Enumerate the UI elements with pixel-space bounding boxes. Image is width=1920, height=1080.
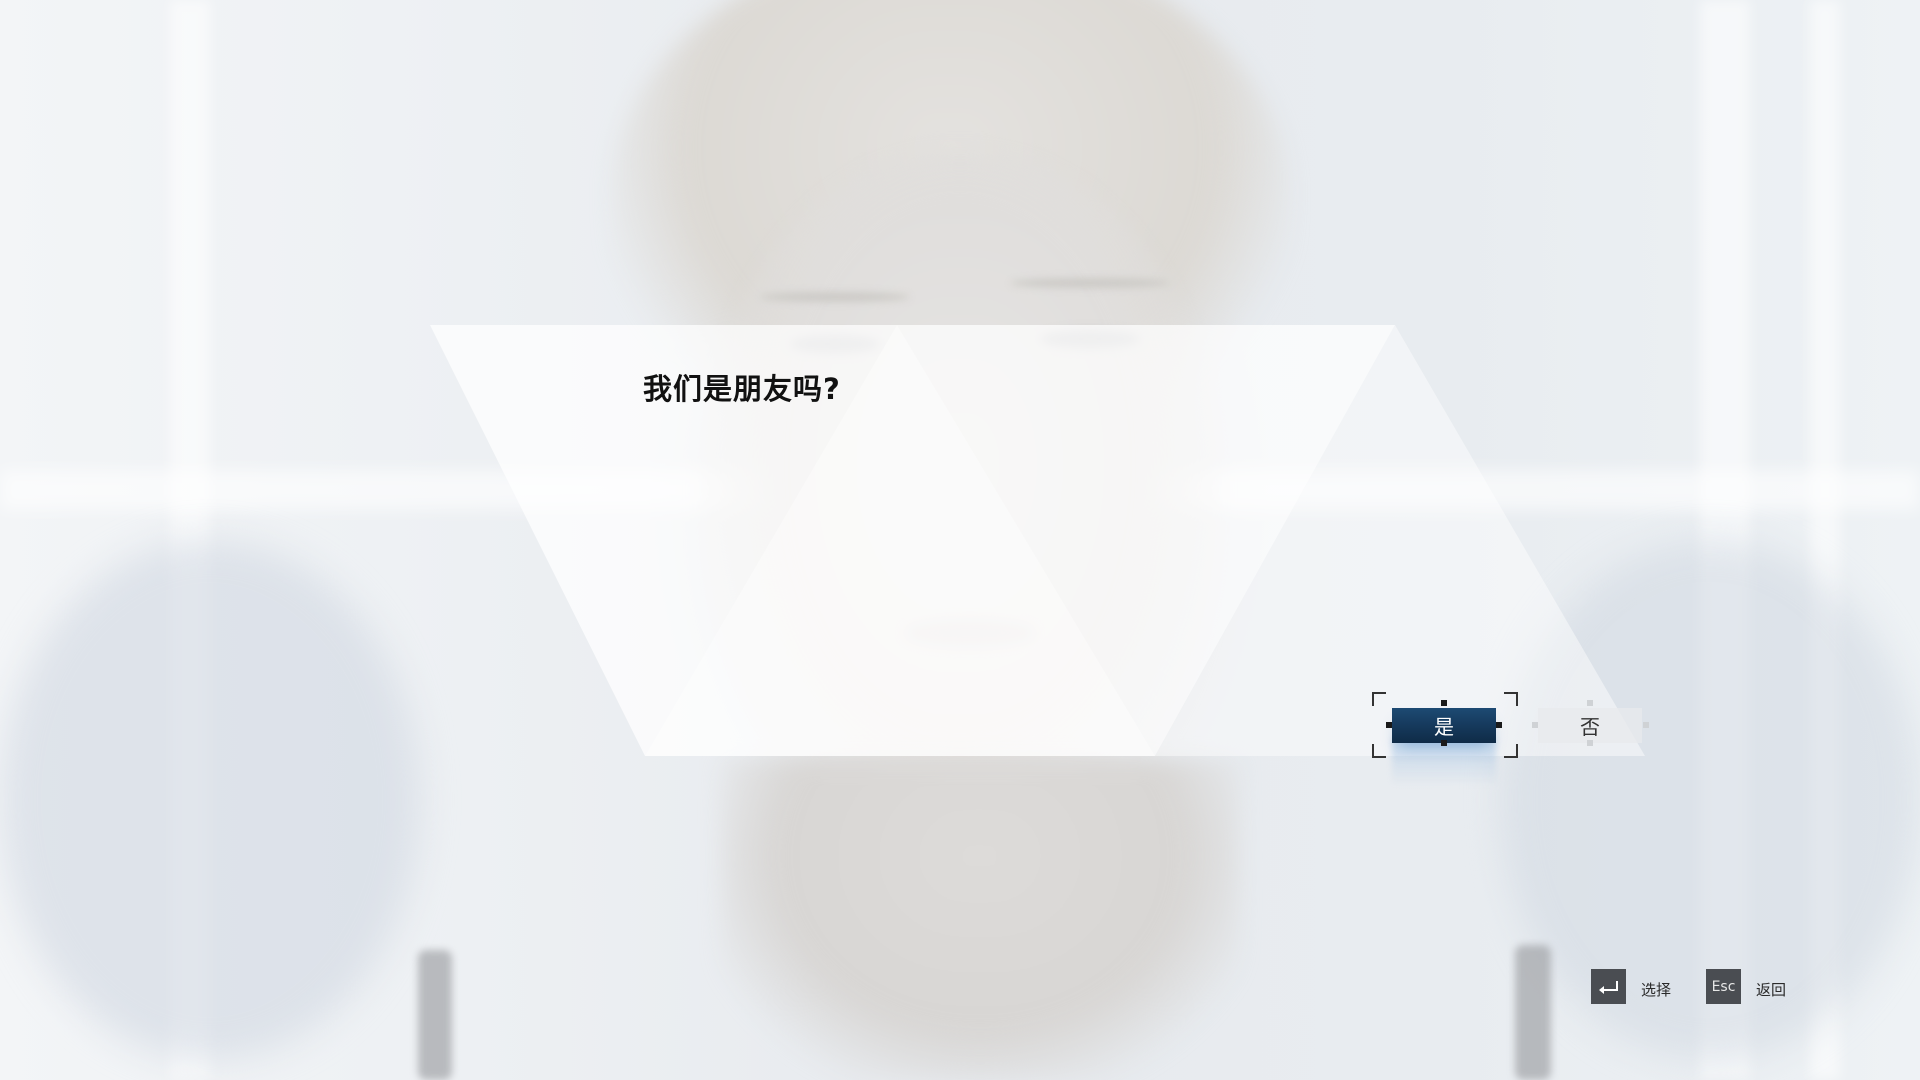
esc-key-label: Esc	[1711, 978, 1736, 995]
selection-bracket	[1372, 744, 1386, 758]
game-screen: 我们是朋友吗? 是 否 选择 Esc 返回	[0, 0, 1920, 1080]
selection-marker	[1386, 722, 1392, 728]
esc-key-button[interactable]: Esc	[1706, 969, 1741, 1004]
choice-marker	[1532, 722, 1538, 728]
hint-back-label: 返回	[1756, 981, 1787, 999]
selection-marker	[1496, 722, 1502, 728]
dialog-panel	[430, 325, 1645, 756]
enter-key-button[interactable]	[1591, 969, 1626, 1004]
hint-select-label: 选择	[1641, 981, 1672, 999]
selection-marker	[1441, 740, 1447, 746]
selection-bracket	[1372, 692, 1386, 706]
choice-marker	[1587, 740, 1593, 746]
choice-marker	[1587, 700, 1593, 706]
selection-bracket	[1504, 744, 1518, 758]
selection-marker	[1441, 700, 1447, 706]
dialog-question: 我们是朋友吗?	[643, 372, 841, 406]
choice-no-label: 否	[1580, 715, 1600, 739]
selection-bracket	[1504, 692, 1518, 706]
choice-marker	[1643, 722, 1649, 728]
choice-yes-button[interactable]: 是	[1392, 708, 1496, 743]
enter-key-icon	[1598, 980, 1618, 994]
choice-no-button[interactable]: 否	[1538, 708, 1642, 743]
choice-yes-label: 是	[1434, 715, 1454, 739]
